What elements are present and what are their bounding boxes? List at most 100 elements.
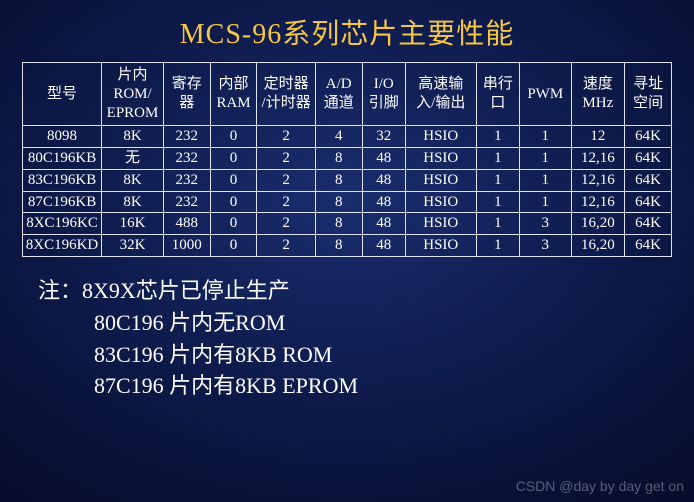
table-row: 83C196KB8K23202848HSIO1112,1664K bbox=[23, 169, 672, 191]
table-cell: 16,20 bbox=[571, 213, 625, 235]
table-cell: HSIO bbox=[405, 126, 476, 148]
page-title: MCS-96系列芯片主要性能 bbox=[0, 0, 694, 62]
table-cell: 83C196KB bbox=[23, 169, 102, 191]
table-cell: 1 bbox=[476, 148, 519, 170]
table-cell: 8XC196KD bbox=[23, 235, 102, 257]
table-cell: 8 bbox=[315, 191, 362, 213]
table-cell: 0 bbox=[210, 126, 257, 148]
table-row: 80C196KB无23202848HSIO1112,1664K bbox=[23, 148, 672, 170]
table-cell: 1 bbox=[476, 191, 519, 213]
th-hs: 高速输入/输出 bbox=[405, 63, 476, 126]
table-cell: 3 bbox=[519, 235, 571, 257]
table-cell: 8 bbox=[315, 235, 362, 257]
table-cell: 48 bbox=[362, 148, 405, 170]
table-header-row: 型号 片内ROM/EPROM 寄存器 内部RAM 定时器/计时器 A/D通道 I… bbox=[23, 63, 672, 126]
table-cell: 232 bbox=[163, 148, 210, 170]
table-cell: 64K bbox=[625, 235, 672, 257]
table-cell: 32 bbox=[362, 126, 405, 148]
table-cell: HSIO bbox=[405, 169, 476, 191]
table-cell: 3 bbox=[519, 213, 571, 235]
table-cell: 80C196KB bbox=[23, 148, 102, 170]
table-cell: 1 bbox=[519, 191, 571, 213]
table-cell: HSIO bbox=[405, 148, 476, 170]
table-row: 8XC196KC16K48802848HSIO1316,2064K bbox=[23, 213, 672, 235]
table-cell: HSIO bbox=[405, 191, 476, 213]
table-cell: 16K bbox=[102, 213, 164, 235]
table-cell: 232 bbox=[163, 169, 210, 191]
table-cell: 48 bbox=[362, 169, 405, 191]
table-cell: 1 bbox=[519, 169, 571, 191]
table-cell: 1 bbox=[519, 148, 571, 170]
table-cell: 8 bbox=[315, 169, 362, 191]
table-cell: 1 bbox=[476, 213, 519, 235]
th-speed: 速度MHz bbox=[571, 63, 625, 126]
th-io: I/O引脚 bbox=[362, 63, 405, 126]
table-cell: 1 bbox=[476, 126, 519, 148]
table-cell: 8098 bbox=[23, 126, 102, 148]
table-cell: 0 bbox=[210, 213, 257, 235]
watermark: CSDN @day by day get on bbox=[516, 478, 684, 494]
table-cell: 48 bbox=[362, 235, 405, 257]
table-cell: 8XC196KC bbox=[23, 213, 102, 235]
table-cell: 0 bbox=[210, 191, 257, 213]
table-cell: 12,16 bbox=[571, 169, 625, 191]
th-serial: 串行口 bbox=[476, 63, 519, 126]
table-cell: 2 bbox=[257, 191, 315, 213]
table-cell: 无 bbox=[102, 148, 164, 170]
table-cell: 64K bbox=[625, 191, 672, 213]
note-line: 83C196 片内有8KB ROM bbox=[38, 339, 694, 371]
table-cell: 12,16 bbox=[571, 191, 625, 213]
table-cell: 0 bbox=[210, 148, 257, 170]
table-cell: 64K bbox=[625, 169, 672, 191]
table-cell: 8 bbox=[315, 148, 362, 170]
table-cell: 64K bbox=[625, 213, 672, 235]
table-cell: 12,16 bbox=[571, 148, 625, 170]
table-cell: 232 bbox=[163, 126, 210, 148]
table-cell: 1 bbox=[519, 126, 571, 148]
table-cell: 2 bbox=[257, 126, 315, 148]
table-cell: 232 bbox=[163, 191, 210, 213]
table-cell: 1 bbox=[476, 169, 519, 191]
table-cell: 488 bbox=[163, 213, 210, 235]
table-cell: 48 bbox=[362, 213, 405, 235]
th-timer: 定时器/计时器 bbox=[257, 63, 315, 126]
table-cell: 32K bbox=[102, 235, 164, 257]
table-cell: 8 bbox=[315, 213, 362, 235]
th-ad: A/D通道 bbox=[315, 63, 362, 126]
th-addr: 寻址空间 bbox=[625, 63, 672, 126]
table-cell: 12 bbox=[571, 126, 625, 148]
table-cell: 64K bbox=[625, 126, 672, 148]
table-cell: 4 bbox=[315, 126, 362, 148]
table-cell: HSIO bbox=[405, 235, 476, 257]
table-row: 8XC196KD32K100002848HSIO1316,2064K bbox=[23, 235, 672, 257]
th-model: 型号 bbox=[23, 63, 102, 126]
table-cell: 2 bbox=[257, 235, 315, 257]
th-ram: 内部RAM bbox=[210, 63, 257, 126]
table-row: 87C196KB8K23202848HSIO1112,1664K bbox=[23, 191, 672, 213]
table-row: 80988K23202432HSIO111264K bbox=[23, 126, 672, 148]
table-cell: 2 bbox=[257, 213, 315, 235]
table-cell: 64K bbox=[625, 148, 672, 170]
th-pwm: PWM bbox=[519, 63, 571, 126]
table-cell: 1 bbox=[476, 235, 519, 257]
table-cell: 48 bbox=[362, 191, 405, 213]
note-lead: 注：8X9X芯片已停止生产 bbox=[38, 275, 694, 307]
table-cell: 0 bbox=[210, 169, 257, 191]
table-cell: 8K bbox=[102, 126, 164, 148]
table-cell: 1000 bbox=[163, 235, 210, 257]
table-body: 80988K23202432HSIO111264K80C196KB无232028… bbox=[23, 126, 672, 257]
table-cell: 0 bbox=[210, 235, 257, 257]
spec-table: 型号 片内ROM/EPROM 寄存器 内部RAM 定时器/计时器 A/D通道 I… bbox=[22, 62, 672, 257]
table-cell: 2 bbox=[257, 148, 315, 170]
notes-block: 注：8X9X芯片已停止生产 80C196 片内无ROM 83C196 片内有8K… bbox=[38, 275, 694, 403]
table-cell: 16,20 bbox=[571, 235, 625, 257]
spec-table-wrap: 型号 片内ROM/EPROM 寄存器 内部RAM 定时器/计时器 A/D通道 I… bbox=[22, 62, 672, 257]
table-cell: 87C196KB bbox=[23, 191, 102, 213]
th-reg: 寄存器 bbox=[163, 63, 210, 126]
table-cell: HSIO bbox=[405, 213, 476, 235]
table-cell: 8K bbox=[102, 169, 164, 191]
table-cell: 2 bbox=[257, 169, 315, 191]
th-rom: 片内ROM/EPROM bbox=[102, 63, 164, 126]
note-line: 80C196 片内无ROM bbox=[38, 307, 694, 339]
note-line: 87C196 片内有8KB EPROM bbox=[38, 370, 694, 402]
